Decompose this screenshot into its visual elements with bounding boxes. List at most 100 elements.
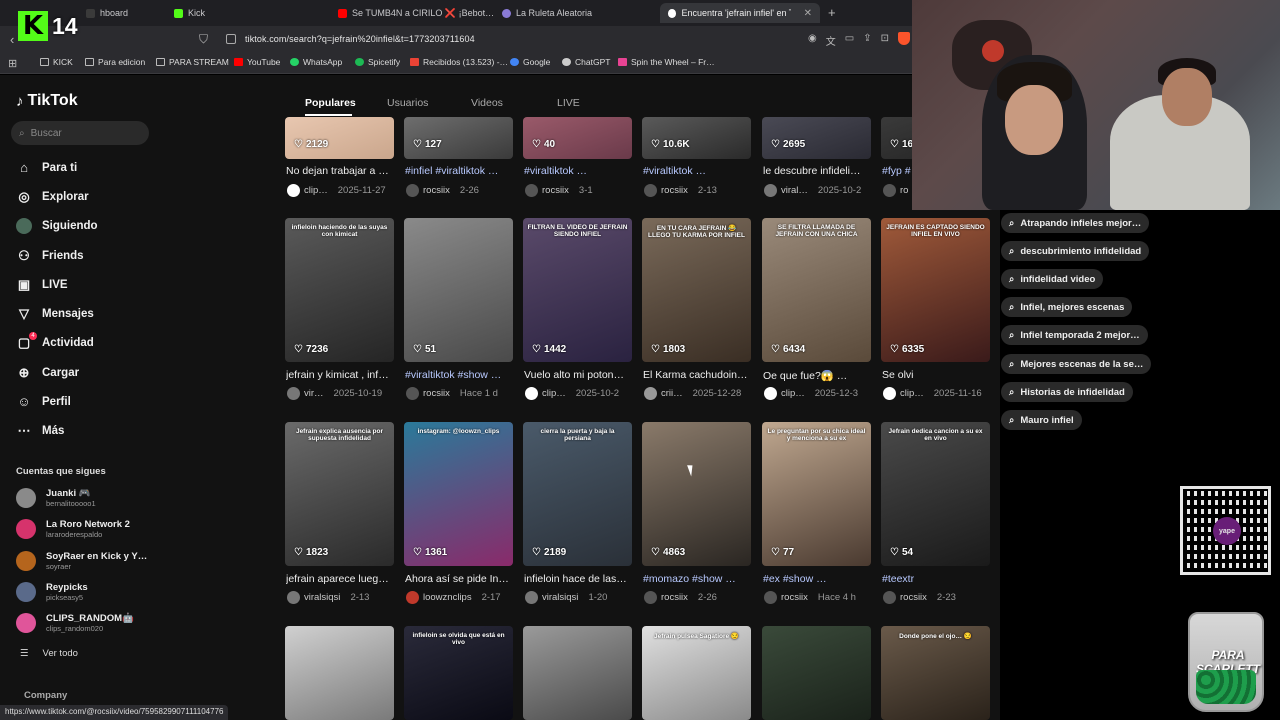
nav-live[interactable]: ▣ LIVE [16, 277, 68, 293]
video-thumbnail[interactable]: infieloin se olvida que está en vivo [404, 626, 513, 720]
bookmark-kick[interactable]: KICK [40, 57, 73, 67]
video-thumbnail[interactable] [642, 422, 751, 566]
followed-account[interactable]: CLIPS_RANDOM🤖 clips_random020 [16, 613, 134, 633]
video-caption[interactable]: #teextraño #ex … [882, 573, 914, 585]
video-meta[interactable]: vir… 2025-10-19 [287, 387, 382, 400]
video-thumbnail[interactable]: Le preguntan por su chica ideal y mencio… [762, 422, 871, 566]
video-caption[interactable]: jefrain y kimicat , inf… [286, 369, 398, 381]
video-thumbnail[interactable]: FILTRAN EL VIDEO DE JEFRAIN SIENDO INFIE… [523, 218, 632, 362]
video-meta[interactable]: rocsiix 2-23 [883, 591, 956, 604]
translate-icon[interactable]: 文 [826, 33, 836, 48]
nav-para-ti[interactable]: ⌂ Para ti [16, 160, 77, 175]
video-meta[interactable]: rocsiix 2-26 [644, 591, 717, 604]
video-thumbnail[interactable]: EN TU CARA JEFRAIN 😂 LLEGO TU KARMA POR … [642, 218, 751, 362]
related-search-chip[interactable]: ⌕ infidelidad video [1001, 269, 1104, 289]
browser-tab-ruleta[interactable]: La Ruleta Aleatoria [502, 3, 592, 23]
video-meta[interactable]: clip… 2025-11-27 [287, 184, 386, 197]
video-caption[interactable]: infieloin hace de las… [524, 573, 636, 585]
video-caption[interactable]: #infiel #viraltiktok … [405, 165, 517, 177]
video-thumbnail[interactable] [404, 218, 513, 362]
video-meta[interactable]: rocsiix 2-13 [644, 184, 717, 197]
bookmark-para-stream[interactable]: PARA STREAM [156, 57, 229, 67]
video-meta[interactable]: clip… 2025-10-2 [525, 387, 619, 400]
video-thumbnail[interactable]: Jefrain pulsea Sagatiore 😏 [642, 626, 751, 720]
video-meta[interactable]: clip… 2025-11-16 [883, 387, 982, 400]
video-thumbnail[interactable] [523, 117, 632, 159]
video-caption[interactable]: #viraltiktok #show … [405, 369, 517, 381]
nav-cargar[interactable]: ⊕ Cargar [16, 365, 80, 381]
video-caption[interactable]: le descubre infideli… [763, 165, 875, 177]
video-meta[interactable]: rocsiix Hace 4 h [764, 591, 856, 604]
video-meta[interactable]: ro [883, 184, 908, 197]
back-icon[interactable]: ‹ [10, 32, 14, 47]
bookmark-whatsapp[interactable]: WhatsApp [290, 57, 342, 67]
video-meta[interactable]: viralsiqsi 2-13 [287, 591, 369, 604]
nav-explorar[interactable]: ◎ Explorar [16, 189, 88, 205]
video-meta[interactable]: loowznclips 2-17 [406, 591, 501, 604]
followed-account[interactable]: Juanki 🎮 bernalitooooo1 [16, 488, 96, 508]
browser-tab[interactable]: hboard [86, 3, 128, 23]
browser-tab-youtube[interactable]: Se TUMB4N a CIRILO ❌ ¡Bebot… [338, 3, 494, 23]
close-tab-icon[interactable]: ✕ [804, 8, 812, 19]
video-thumbnail[interactable]: Jefrain dedica cancion a su ex en vivo [881, 422, 990, 566]
video-thumbnail[interactable] [642, 117, 751, 159]
tab-videos[interactable]: Videos [471, 97, 503, 109]
video-thumbnail[interactable]: Donde pone el ojo… 😏 [881, 626, 990, 720]
video-thumbnail[interactable] [762, 626, 871, 720]
bookmark-icon[interactable]: ⛉ [199, 32, 208, 47]
bookmark-gmail[interactable]: Recibidos (13.523) -… [410, 57, 508, 67]
bookmark-para-edicion[interactable]: Para edicion [85, 57, 145, 67]
video-caption[interactable]: #viraltiktok … [524, 165, 636, 177]
nav-perfil[interactable]: ☺ Perfil [16, 394, 70, 409]
bookmark-google[interactable]: Google [510, 57, 550, 67]
company-link[interactable]: Company [24, 690, 67, 701]
video-thumbnail[interactable]: infieloin haciendo de las suyas con kimi… [285, 218, 394, 362]
video-thumbnail[interactable] [404, 117, 513, 159]
followed-account[interactable]: Reypicks pickseasy5 [16, 582, 88, 602]
video-thumbnail[interactable] [762, 117, 871, 159]
video-caption[interactable]: #fyp # [882, 165, 914, 177]
video-caption[interactable]: Oe que fue?😱 … [763, 369, 875, 382]
followed-account[interactable]: La Roro Network 2 lararoderespaldo [16, 519, 130, 539]
video-meta[interactable]: viral… 2025-10-2 [764, 184, 861, 197]
brave-shield-icon[interactable] [898, 32, 910, 45]
video-meta[interactable]: clip… 2025-12-3 [764, 387, 858, 400]
nav-siguiendo[interactable]: Siguiendo [16, 218, 98, 234]
video-meta[interactable]: viralsiqsi 1-20 [525, 591, 607, 604]
related-search-chip[interactable]: ⌕ Atrapando infieles mejor… [1001, 213, 1150, 233]
nav-actividad[interactable]: ▢ Actividad [16, 335, 94, 351]
related-search-chip[interactable]: ⌕ Historias de infidelidad [1001, 382, 1133, 402]
bookmark-spicetify[interactable]: Spicetify [355, 57, 400, 67]
site-info-icon[interactable] [226, 34, 236, 44]
video-caption[interactable]: No dejan trabajar a … [286, 165, 398, 177]
tab-populares[interactable]: Populares [305, 97, 356, 109]
video-thumbnail[interactable]: cierra la puerta y baja la persiana [523, 422, 632, 566]
apps-grid-icon[interactable]: ⊞ [8, 57, 17, 70]
tiktok-logo[interactable]: ♪ TikTok [16, 92, 78, 110]
related-search-chip[interactable]: ⌕ Infiel, mejores escenas [1001, 297, 1133, 317]
video-thumbnail[interactable]: Jefrain explica ausencia por supuesta in… [285, 422, 394, 566]
see-all-button[interactable]: ☰ Ver todo [20, 648, 78, 659]
video-thumbnail[interactable] [285, 626, 394, 720]
video-caption[interactable]: Ahora así se pide In… [405, 573, 517, 585]
url-field[interactable]: tiktok.com/search?q=jefrain%20infiel&t=1… [245, 34, 475, 44]
nav-mensajes[interactable]: ▽ Mensajes [16, 306, 94, 322]
related-search-chip[interactable]: ⌕ Mauro infiel [1001, 410, 1082, 430]
share-icon[interactable]: ⇪ [863, 33, 871, 48]
followed-account[interactable]: SoyRaer en Kick y Y… soyraer [16, 551, 147, 571]
new-tab-button[interactable]: + [828, 5, 836, 20]
related-search-chip[interactable]: ⌕ Infiel temporada 2 mejor… [1001, 325, 1148, 345]
lock-icon[interactable]: ⊡ [881, 33, 889, 48]
search-input[interactable]: ⌕ Buscar [11, 121, 149, 145]
video-thumbnail[interactable]: JEFRAIN ES CAPTADO SIENDO INFIEL EN VIVO [881, 218, 990, 362]
tab-usuarios[interactable]: Usuarios [387, 97, 428, 109]
video-caption[interactable]: Se olvido que estab… [882, 369, 914, 381]
video-thumbnail[interactable]: SE FILTRA LLAMADA DE JEFRAIN CON UNA CHI… [762, 218, 871, 362]
video-caption[interactable]: #viraltiktok … [643, 165, 755, 177]
bookmark-spin-wheel[interactable]: Spin the Wheel – Fr… [618, 57, 715, 67]
tab-live[interactable]: LIVE [557, 97, 580, 109]
related-search-chip[interactable]: ⌕ Mejores escenas de la se… [1001, 354, 1152, 374]
nav-friends[interactable]: ⚇ Friends [16, 248, 83, 264]
bookmark-chatgpt[interactable]: ChatGPT [562, 57, 610, 67]
video-caption[interactable]: #momazo #show … [643, 573, 755, 585]
